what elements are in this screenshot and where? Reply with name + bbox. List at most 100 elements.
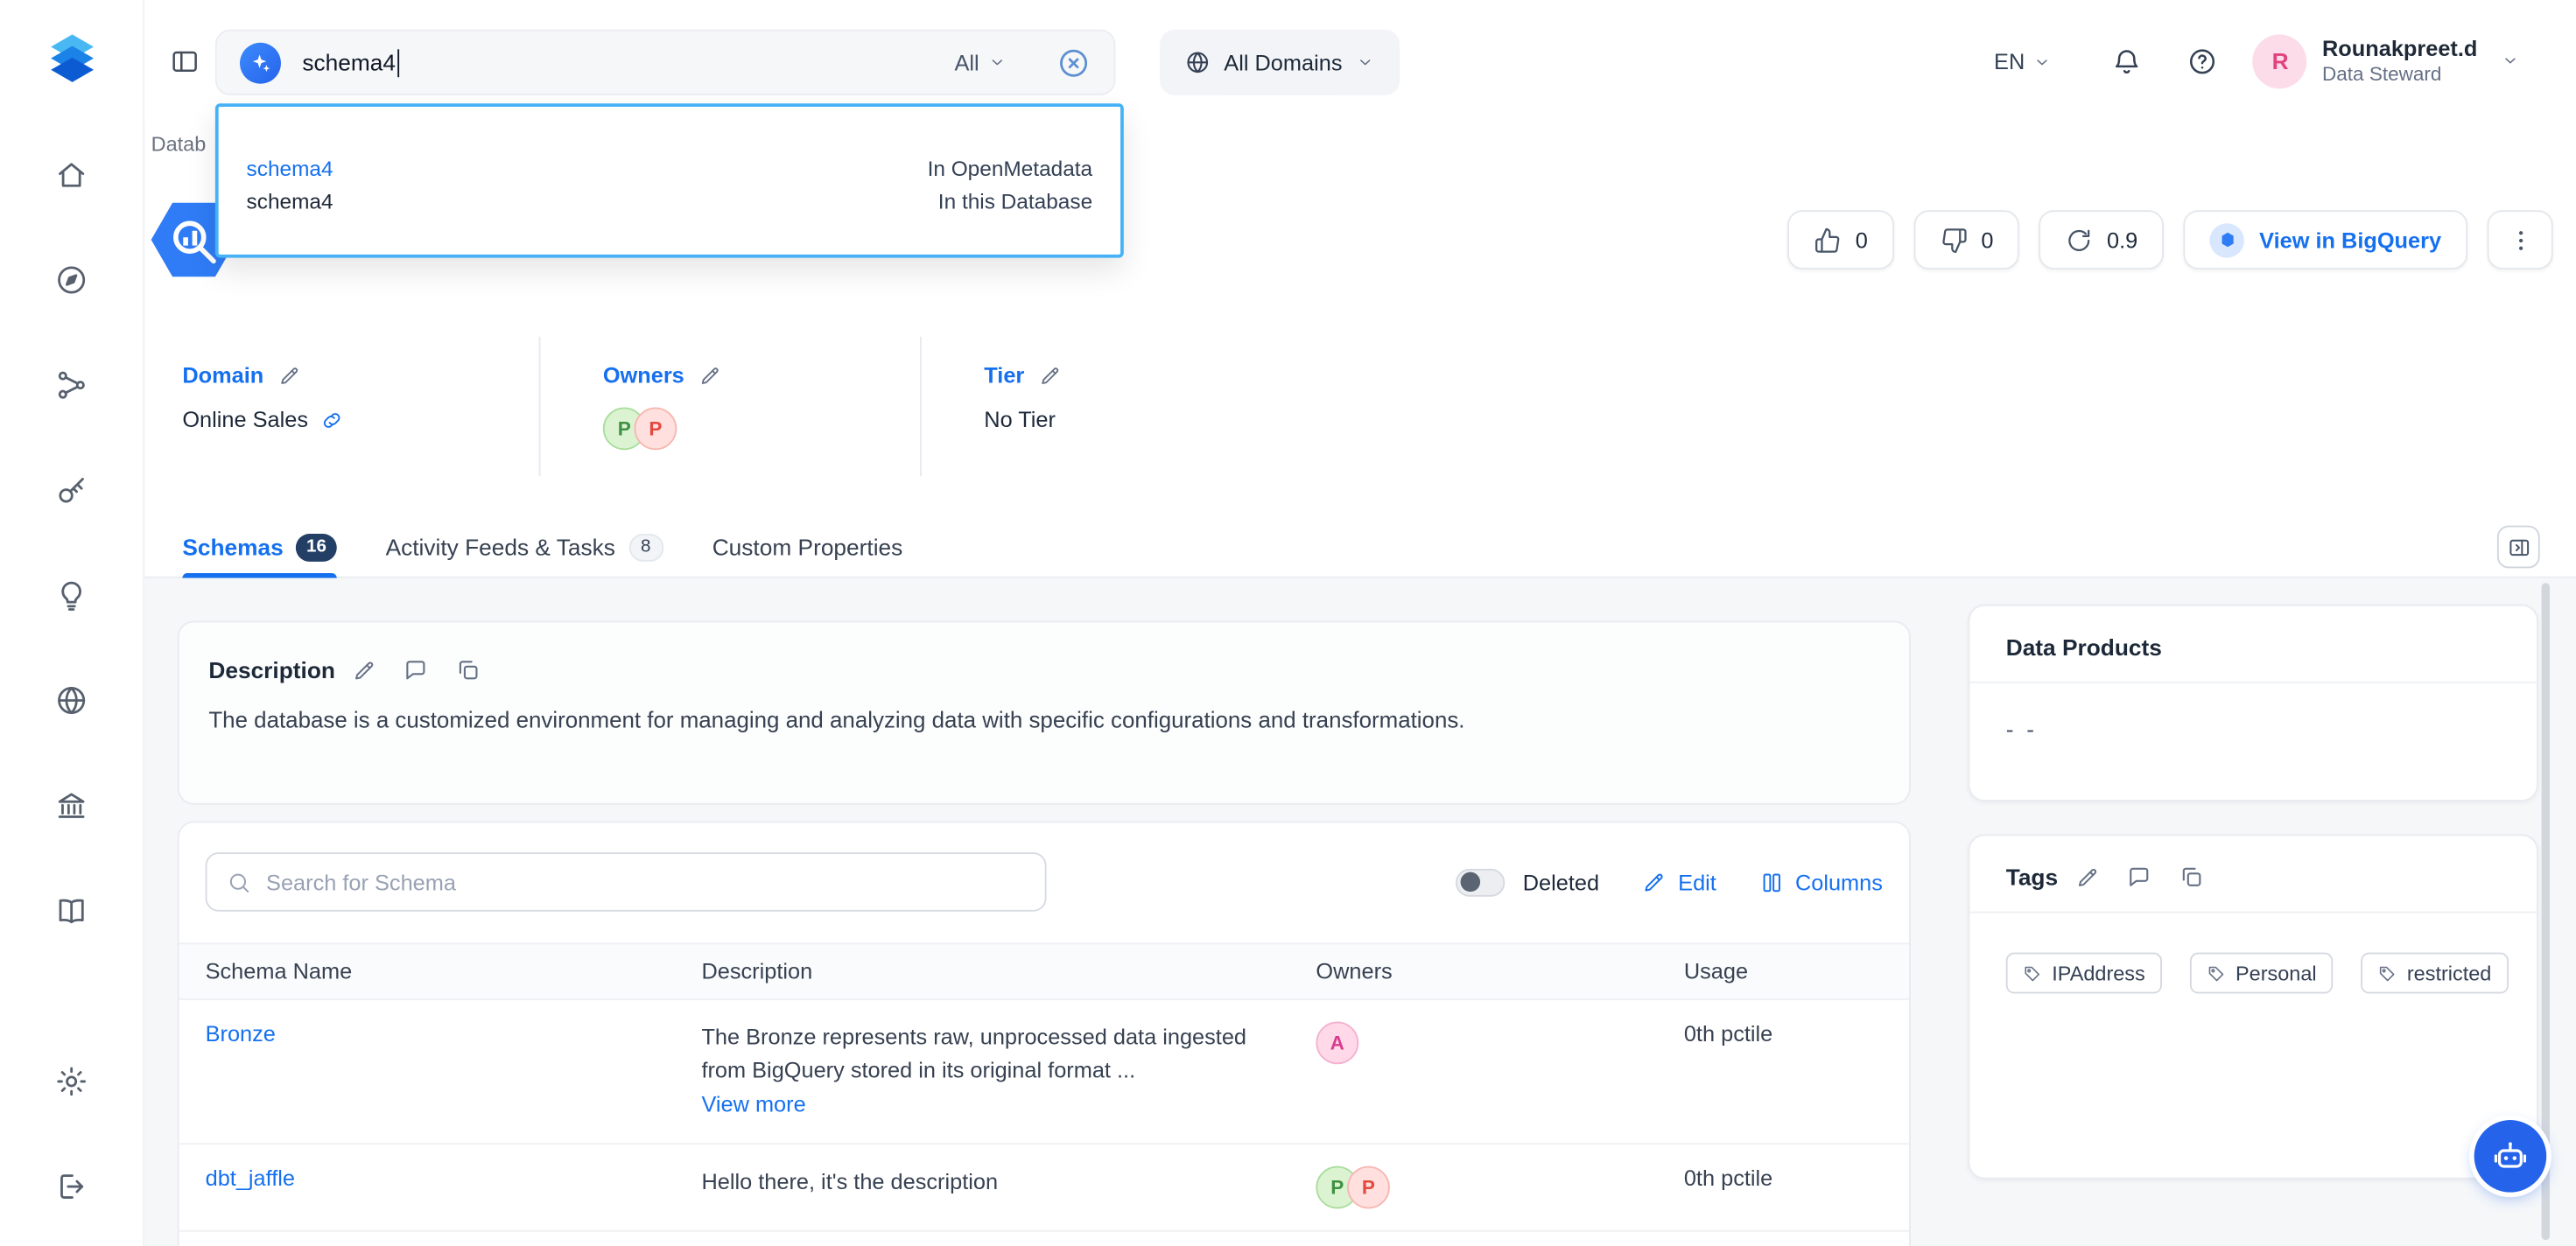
columns-button[interactable]: Columns	[1759, 870, 1883, 894]
schema-search-input[interactable]	[266, 870, 1025, 894]
nodes-icon	[54, 367, 88, 401]
user-menu[interactable]: R Rounakpreet.d Data Steward	[2253, 34, 2520, 88]
refresh-icon	[2066, 226, 2094, 254]
suggestion-label[interactable]: schema4	[247, 155, 333, 179]
schema-link[interactable]: dbt_jaffle	[206, 1166, 295, 1191]
page: Datab 0 0 0.9	[144, 123, 2576, 1246]
more-options-button[interactable]	[2488, 210, 2553, 270]
edit-owners-icon[interactable]	[698, 364, 720, 387]
column-header-schema-name: Schema Name	[179, 944, 676, 998]
sidebar-item-logout[interactable]	[39, 1153, 104, 1219]
suggestion-context: In OpenMetadata	[928, 155, 1093, 179]
sidebar-item-settings[interactable]	[39, 1047, 104, 1113]
robot-icon	[2490, 1137, 2530, 1176]
compass-icon	[54, 262, 88, 296]
topbar-right: EN R Rounakpreet.d Data Steward	[1994, 0, 2576, 123]
kebab-menu-icon	[2506, 226, 2534, 254]
all-domains-dropdown[interactable]: All Domains	[1160, 30, 1400, 95]
copy-icon[interactable]	[2178, 864, 2204, 890]
global-search-input[interactable]: schema4 All	[215, 30, 1116, 95]
chat-assistant-button[interactable]	[2474, 1120, 2547, 1193]
data-products-empty: - -	[1969, 683, 2537, 775]
tab-schemas[interactable]: Schemas 16	[182, 517, 336, 577]
schema-search-box[interactable]	[206, 852, 1047, 912]
thumbs-up-icon	[1814, 226, 1843, 254]
clear-search-button[interactable]	[1056, 46, 1091, 80]
owners-label: Owners	[603, 363, 684, 388]
pencil-icon	[1642, 870, 1667, 894]
columns-icon	[1759, 870, 1784, 894]
table-row: dbt_jaffle Hello there, it's the descrip…	[179, 1144, 1909, 1231]
chevron-down-icon	[2501, 52, 2521, 72]
tag-chip[interactable]: IPAddress	[2006, 953, 2162, 994]
notifications-button[interactable]	[2099, 33, 2155, 89]
sidebar-item-govern[interactable]	[39, 772, 104, 837]
clear-circle-x-icon	[1056, 46, 1091, 80]
comment-icon[interactable]	[403, 657, 429, 683]
avatar[interactable]: R	[2253, 34, 2307, 88]
activity-count-badge: 8	[628, 533, 663, 561]
entity-meta-row: Domain Online Sales Owners P P	[182, 337, 1126, 477]
chevron-down-icon	[2033, 52, 2053, 72]
owner-avatar: A	[1316, 1021, 1358, 1064]
tag-icon	[2022, 963, 2042, 984]
view-in-bigquery-label: View in BigQuery	[2259, 228, 2441, 252]
search-suggestion-item[interactable]: schema4 In this Database	[247, 184, 1093, 217]
user-name: Rounakpreet.d	[2322, 34, 2477, 63]
upvote-button[interactable]: 0	[1788, 210, 1894, 270]
sidebar-item-insights[interactable]	[39, 562, 104, 627]
sidebar-item-home[interactable]	[39, 141, 104, 206]
search-suggestions-panel: schema4 In OpenMetadata schema4 In this …	[215, 103, 1124, 257]
topbar: schema4 All schema4 In OpenMetadata sche…	[144, 0, 2576, 123]
comment-icon[interactable]	[2125, 864, 2151, 890]
panel-expand-icon	[2506, 535, 2530, 559]
tab-activity-feeds[interactable]: Activity Feeds & Tasks 8	[386, 517, 663, 577]
sidebar-item-glossary[interactable]	[39, 877, 104, 942]
expand-side-panel-button[interactable]	[2497, 526, 2540, 569]
search-icon	[227, 870, 251, 894]
sidebar-item-access[interactable]	[39, 457, 104, 522]
sidebar-toggle-button[interactable]	[154, 32, 214, 91]
bigquery-mini-icon	[2210, 222, 2244, 256]
suggestion-label[interactable]: schema4	[247, 188, 333, 213]
tier-label: Tier	[984, 363, 1024, 388]
edit-tier-icon[interactable]	[1037, 364, 1060, 387]
tab-custom-properties[interactable]: Custom Properties	[712, 517, 903, 577]
openmetadata-logo[interactable]	[39, 26, 104, 92]
show-deleted-toggle[interactable]	[1456, 868, 1505, 896]
breadcrumb[interactable]: Datab	[151, 133, 207, 156]
help-button[interactable]	[2174, 33, 2230, 89]
sidebar-item-explore[interactable]	[39, 247, 104, 312]
language-dropdown[interactable]: EN	[1994, 49, 2053, 74]
edit-tags-icon[interactable]	[2074, 864, 2099, 889]
downvote-count: 0	[1981, 228, 1993, 252]
ai-search-toggle[interactable]	[240, 42, 281, 83]
downvote-button[interactable]: 0	[1913, 210, 2019, 270]
row-description: Hello there, it's the description	[701, 1169, 998, 1194]
column-header-description: Description	[675, 944, 1289, 998]
search-scope-dropdown[interactable]: All	[954, 50, 1007, 74]
edit-table-button[interactable]: Edit	[1642, 870, 1716, 894]
edit-description-icon[interactable]	[352, 658, 376, 682]
domain-section: Domain Online Sales	[182, 337, 538, 477]
score-button[interactable]: 0.9	[2039, 210, 2164, 270]
app-root: schema4 All schema4 In OpenMetadata sche…	[0, 0, 2576, 1246]
link-icon[interactable]	[319, 408, 342, 430]
edit-domain-icon[interactable]	[277, 364, 299, 387]
owner-avatar[interactable]: P	[634, 407, 677, 450]
search-suggestion-item[interactable]: schema4 In OpenMetadata	[247, 151, 1093, 185]
view-in-bigquery-button[interactable]: View in BigQuery	[2184, 210, 2467, 270]
copy-icon[interactable]	[455, 657, 481, 683]
data-products-card: Data Products - -	[1969, 605, 2538, 802]
domain-value[interactable]: Online Sales	[182, 407, 308, 431]
tag-chip[interactable]: restricted	[2361, 953, 2508, 994]
schema-link[interactable]: Bronze	[206, 1021, 276, 1046]
tag-chip[interactable]: Personal	[2189, 953, 2333, 994]
globe-icon	[54, 682, 88, 717]
sidebar-item-domains[interactable]	[39, 667, 104, 732]
suggestion-context: In this Database	[938, 188, 1092, 213]
bank-icon	[54, 788, 88, 822]
view-more-link[interactable]: View more	[701, 1088, 805, 1122]
book-icon	[54, 892, 88, 927]
sidebar-item-topology[interactable]	[39, 352, 104, 417]
